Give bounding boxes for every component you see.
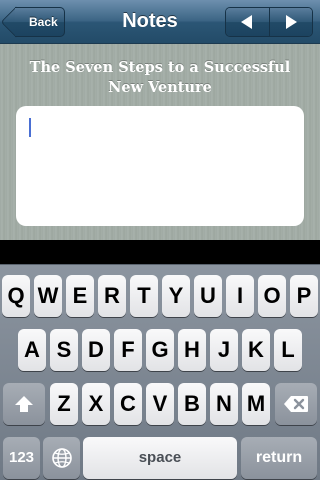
previous-arrow-icon [241, 15, 253, 29]
numbers-key[interactable]: 123 [3, 437, 40, 479]
note-title: The Seven Steps to a Successful New Vent… [29, 59, 291, 96]
key-i[interactable]: I [226, 275, 254, 317]
key-x[interactable]: X [82, 383, 110, 425]
key-z[interactable]: Z [50, 383, 78, 425]
note-text-field[interactable] [16, 106, 304, 226]
globe-key[interactable] [43, 437, 80, 479]
key-j[interactable]: J [210, 329, 238, 371]
key-e[interactable]: E [66, 275, 94, 317]
key-v[interactable]: V [146, 383, 174, 425]
key-w[interactable]: W [34, 275, 62, 317]
page-title: Notes [122, 10, 178, 32]
key-p[interactable]: P [290, 275, 318, 317]
key-l[interactable]: L [274, 329, 302, 371]
prev-next-segmented-control [225, 7, 313, 37]
key-d[interactable]: D [82, 329, 110, 371]
key-y[interactable]: Y [162, 275, 190, 317]
note-content-area: The Seven Steps to a Successful New Vent… [0, 44, 320, 240]
navigation-bar: Back Notes [0, 0, 320, 44]
next-arrow-icon [285, 15, 297, 29]
globe-icon [51, 448, 72, 468]
key-c[interactable]: C [114, 383, 142, 425]
key-m[interactable]: M [242, 383, 270, 425]
next-button[interactable] [268, 8, 312, 36]
key-n[interactable]: N [210, 383, 238, 425]
delete-key[interactable] [275, 383, 317, 425]
key-u[interactable]: U [194, 275, 222, 317]
key-t[interactable]: T [130, 275, 158, 317]
key-f[interactable]: F [114, 329, 142, 371]
key-a[interactable]: A [18, 329, 46, 371]
key-g[interactable]: G [146, 329, 174, 371]
backspace-icon [284, 396, 308, 412]
key-r[interactable]: R [98, 275, 126, 317]
notes-screen: Back Notes The Seven Steps to a Successf… [0, 0, 320, 480]
previous-button[interactable] [226, 8, 269, 36]
key-s[interactable]: S [50, 329, 78, 371]
key-h[interactable]: H [178, 329, 206, 371]
return-key[interactable]: return [241, 437, 317, 479]
back-button-container: Back [10, 0, 70, 44]
key-o[interactable]: O [258, 275, 286, 317]
key-q[interactable]: Q [2, 275, 30, 317]
on-screen-keyboard: QWERTYUIOP ASDFGHJKL ZXCVBNM 123 space r… [0, 264, 320, 480]
back-button[interactable]: Back [15, 7, 65, 37]
key-b[interactable]: B [178, 383, 206, 425]
shift-icon [15, 396, 33, 412]
key-k[interactable]: K [242, 329, 270, 371]
space-key[interactable]: space [83, 437, 237, 479]
shift-key[interactable] [3, 383, 45, 425]
